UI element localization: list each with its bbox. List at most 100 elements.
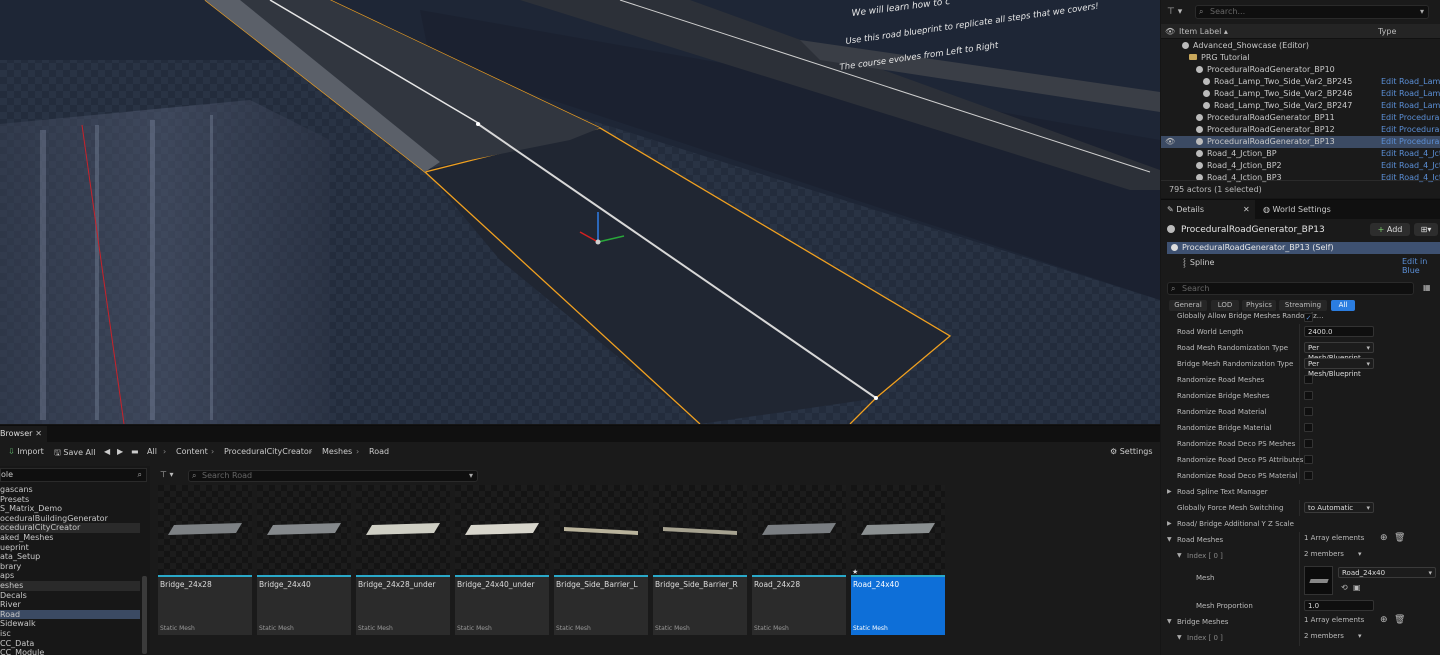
mesh-switching-select[interactable]: to Automatic ▾ (1304, 502, 1374, 513)
folder-tree-item[interactable]: Presets (0, 495, 140, 505)
breadcrumb-proceduralcitycreator[interactable]: ProceduralCityCreator (224, 447, 312, 456)
reset-arrow-icon[interactable]: ⟲ (1341, 583, 1348, 592)
grid-view-icon[interactable]: ▦ (1423, 283, 1431, 292)
outliner-row-type-link[interactable]: Edit ProceduralR (1381, 112, 1440, 124)
history-forward-icon[interactable]: ▶ (117, 447, 123, 456)
category-all[interactable]: All (1331, 300, 1355, 311)
chevron-down-icon[interactable]: ▾ (469, 471, 473, 481)
chevron-down-icon[interactable]: ▾ (1358, 550, 1362, 558)
outliner-row-type-link[interactable]: Edit Road_4_Jctio (1381, 148, 1440, 160)
mesh-asset-select[interactable]: Road_24x40 ▾ (1338, 567, 1436, 578)
checkbox[interactable] (1304, 407, 1313, 416)
checkbox[interactable] (1304, 439, 1313, 448)
outliner-row-type-link[interactable]: Edit Road_Lamp_ (1381, 76, 1440, 88)
checkbox[interactable] (1304, 455, 1313, 464)
outliner-row-type-link[interactable]: Edit ProceduralR (1381, 136, 1440, 148)
col-type[interactable]: Type (1378, 27, 1396, 36)
prop-road-meshes-index[interactable]: ▼ Index [ 0 ] 2 members ▾ (1161, 548, 1440, 564)
breadcrumb-content[interactable]: Content (176, 447, 208, 456)
outliner-row[interactable]: Road_Lamp_Two_Side_Var2_BP246 Edit Road_L… (1161, 88, 1440, 100)
folder-tree-item[interactable]: aked_Meshes (0, 533, 140, 543)
viewport-scene[interactable]: We will learn how to c Use this road blu… (0, 0, 1160, 424)
eye-icon[interactable]: 👁 (1165, 136, 1175, 148)
breadcrumb-meshes[interactable]: Meshes (322, 447, 352, 456)
blueprint-options-button[interactable]: ⊞▾ (1414, 223, 1438, 236)
outliner-row[interactable]: Road_4_Jction_BP Edit Road_4_Jctio (1161, 148, 1440, 160)
outliner-row-type-link[interactable]: Edit ProceduralR (1381, 124, 1440, 136)
spline-point-end[interactable] (874, 396, 878, 400)
outliner-row-type-link[interactable]: Edit Road_4_Jctio (1381, 160, 1440, 172)
prop-bridge-meshes-index[interactable]: ▼ Index [ 0 ] 2 members ▾ (1161, 630, 1440, 646)
expand-arrow-icon[interactable]: ▶ (1167, 488, 1172, 495)
folder-tree-item[interactable]: Decals (0, 591, 140, 601)
tab-details[interactable]: ✎ Details ✕ (1161, 200, 1255, 219)
outliner-search-input[interactable]: ⌕ Search... ▾ (1195, 5, 1429, 19)
bridge-mesh-randomization-select[interactable]: Per Mesh/Blueprint ▾ (1304, 358, 1374, 378)
collapse-arrow-icon[interactable]: ▼ (1177, 552, 1182, 559)
folder-tree-item[interactable]: aps (0, 571, 140, 581)
folder-tree-item[interactable]: oceduralBuildingGenerator (0, 514, 140, 524)
asset-search-input[interactable]: ⌕ Search Road ▾ (188, 470, 478, 482)
outliner-row[interactable]: Advanced_Showcase (Editor) (1161, 40, 1440, 52)
category-lod[interactable]: LOD (1211, 300, 1239, 311)
spline-component-row[interactable]: ⸾ Spline (1183, 257, 1214, 268)
folder-tree-item[interactable]: CC_Data (0, 639, 140, 649)
checkbox[interactable] (1304, 375, 1313, 384)
outliner-row-type-link[interactable]: Edit Road_Lamp_ (1381, 88, 1440, 100)
outliner-row[interactable]: ProceduralRoadGenerator_BP11 Edit Procedu… (1161, 112, 1440, 124)
outliner-row[interactable]: 👁 ProceduralRoadGenerator_BP13 Edit Proced… (1161, 136, 1440, 148)
mesh-thumbnail[interactable] (1304, 566, 1333, 595)
add-component-button[interactable]: + Add (1370, 223, 1410, 236)
tab-content-browser[interactable]: Browser ✕ (0, 426, 47, 442)
outliner-row[interactable]: Road_4_Jction_BP2 Edit Road_4_Jctio (1161, 160, 1440, 172)
tab-world-settings[interactable]: ◍ World Settings (1257, 200, 1357, 219)
chevron-down-icon[interactable]: ▾ (1358, 632, 1362, 640)
import-button[interactable]: ⇩ Import (8, 447, 44, 456)
folder-search-input[interactable]: ole ⌕ (0, 468, 147, 482)
folder-tree-item[interactable]: Road (0, 609, 140, 620)
mesh-proportion-input[interactable]: 1.0 (1304, 600, 1374, 611)
trash-icon[interactable]: 🗑 (1394, 615, 1405, 625)
asset-tile[interactable]: Road_24x28 Static Mesh (752, 485, 846, 635)
asset-tile[interactable]: Bridge_24x40_under Static Mesh (455, 485, 549, 635)
self-component-row[interactable]: ProceduralRoadGenerator_BP13 (Self) (1167, 242, 1440, 254)
close-icon[interactable]: ✕ (35, 426, 42, 442)
category-physics[interactable]: Physics (1242, 300, 1276, 311)
folder-tree-item[interactable]: S_Matrix_Demo (0, 504, 140, 514)
col-item-label[interactable]: Item Label ▴ (1179, 27, 1228, 36)
add-element-icon[interactable]: ⊕ (1380, 533, 1388, 543)
asset-tile[interactable]: Bridge_24x40 Static Mesh (257, 485, 351, 635)
folder-tree-item[interactable]: brary (0, 562, 140, 572)
filter-icon[interactable]: ⊤ ▾ (1167, 7, 1182, 17)
category-streaming[interactable]: Streaming (1279, 300, 1327, 311)
category-general[interactable]: General (1169, 300, 1207, 311)
checkbox[interactable] (1304, 423, 1313, 432)
checkbox[interactable] (1304, 471, 1313, 480)
asset-tile[interactable]: ★ Road_24x40 Static Mesh (851, 485, 945, 635)
scrollbar[interactable] (142, 576, 147, 654)
folder-tree-item[interactable]: isc (0, 629, 140, 639)
asset-tile[interactable]: Bridge_Side_Barrier_R Static Mesh (653, 485, 747, 635)
folder-tree-item[interactable]: oceduralCityCreator (0, 523, 140, 533)
save-all-button[interactable]: 🖫 Save All (54, 447, 95, 461)
outliner-row[interactable]: Road_Lamp_Two_Side_Var2_BP245 Edit Road_L… (1161, 76, 1440, 88)
folder-tree-item[interactable]: CC_Module (0, 648, 140, 655)
outliner-row[interactable]: ProceduralRoadGenerator_BP12 Edit Procedu… (1161, 124, 1440, 136)
add-element-icon[interactable]: ⊕ (1380, 615, 1388, 625)
expand-arrow-icon[interactable]: ▶ (1167, 520, 1172, 527)
breadcrumb-all[interactable]: All (147, 447, 157, 456)
folder-tree-item[interactable]: ata_Setup (0, 552, 140, 562)
eye-icon[interactable]: 👁 (1165, 27, 1175, 36)
folder-tree-item[interactable]: gascans (0, 485, 140, 495)
collapse-arrow-icon[interactable]: ▼ (1167, 536, 1172, 543)
outliner-row[interactable]: ProceduralRoadGenerator_BP10 (1161, 64, 1440, 76)
trash-icon[interactable]: 🗑 (1394, 533, 1405, 543)
asset-tile[interactable]: Bridge_24x28_under Static Mesh (356, 485, 450, 635)
chevron-down-icon[interactable]: ▾ (1420, 6, 1424, 18)
folder-tree-item[interactable]: River (0, 600, 140, 610)
edit-in-blueprint-link[interactable]: Edit in Blue (1402, 257, 1440, 275)
settings-button[interactable]: ⚙ Settings (1110, 447, 1153, 456)
prop-road-spline-text-manager[interactable]: ▶ Road Spline Text Manager (1161, 484, 1440, 500)
outliner-row[interactable]: PRG Tutorial (1161, 52, 1440, 64)
checkbox[interactable] (1304, 391, 1313, 400)
